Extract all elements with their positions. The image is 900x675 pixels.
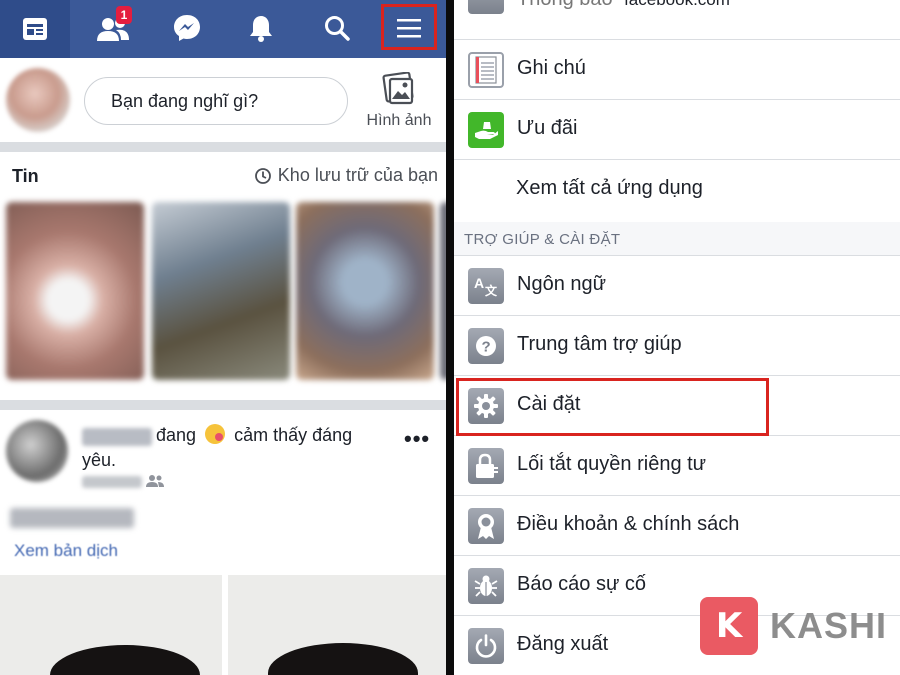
menu-item-label: Xem tất cả ứng dụng: [516, 177, 703, 199]
menu-item-label: Báo cáo sự cố: [517, 573, 647, 595]
story-card[interactable]: [296, 202, 434, 380]
top-nav-bar: 1: [0, 0, 446, 58]
messenger-icon: [174, 15, 200, 41]
menu-item-privacy-shortcuts[interactable]: Lối tắt quyền riêng tư: [454, 436, 900, 496]
power-icon: [468, 628, 504, 664]
kashi-logo: K: [700, 597, 758, 655]
kashi-wordmark: KASHI: [770, 605, 888, 646]
terms-badge-icon: [468, 508, 504, 544]
photo-icon: [382, 72, 414, 105]
post-photo[interactable]: [0, 575, 222, 675]
post-author-name-blurred[interactable]: [82, 428, 152, 446]
svg-text:?: ?: [482, 339, 491, 356]
facebook-feed-panel: 1 Bạn đang nghĩ gì? Hình ảnh Tin Kho lưu…: [0, 0, 446, 675]
audience-friends-icon: [146, 475, 164, 487]
offers-icon: [468, 112, 504, 148]
help-icon: ?: [468, 328, 504, 364]
menu-item-help-center[interactable]: ? Trung tâm trợ giúp: [454, 316, 900, 376]
post-timestamp-blurred: [82, 476, 142, 488]
svg-text:文: 文: [485, 283, 498, 298]
friend-requests-badge: 1: [116, 6, 132, 24]
story-card[interactable]: [152, 202, 290, 380]
menu-item-label: Điều khoản & chính sách: [517, 513, 740, 535]
menu-item-terms-policies[interactable]: Điều khoản & chính sách: [454, 496, 900, 556]
feeling-emoji-icon: [205, 424, 226, 444]
menu-item-label: Ưu đãi: [517, 117, 578, 139]
story-card[interactable]: [6, 202, 144, 380]
post-photos: [0, 575, 446, 675]
post-body-blurred: [10, 508, 134, 528]
status-input[interactable]: Bạn đang nghĩ gì?: [84, 77, 348, 125]
privacy-lock-icon: [468, 448, 504, 484]
feed-icon: [23, 18, 47, 40]
post-text-part1: đang: [156, 425, 197, 445]
menu-item-label: Ngôn ngữ: [517, 273, 607, 295]
bell-icon: [250, 16, 272, 42]
menu-item-notes[interactable]: Ghi chú: [454, 40, 900, 100]
post-photo[interactable]: [228, 575, 446, 675]
svg-text:A: A: [474, 275, 484, 291]
post-text-line2: yêu.: [82, 450, 117, 470]
nav-notifications-button[interactable]: [236, 6, 286, 50]
post-composer: Bạn đang nghĩ gì? Hình ảnh: [0, 58, 446, 142]
search-icon: [325, 16, 350, 41]
url-bar[interactable]: facebook.com: [454, 0, 900, 14]
stories-title: Tin: [12, 166, 39, 186]
screenshot-composite: 1 Bạn đang nghĩ gì? Hình ảnh Tin Kho lưu…: [0, 0, 900, 675]
kashi-watermark: K KASHI: [700, 597, 887, 655]
menu-button-highlight: [381, 4, 437, 50]
menu-item-offers[interactable]: Ưu đãi: [454, 100, 900, 160]
language-icon: A 文: [468, 268, 504, 304]
nav-friends-button[interactable]: 1: [88, 6, 138, 50]
stories-section: Tin Kho lưu trữ của bạn: [0, 152, 446, 400]
stories-archive-label: Kho lưu trữ của bạn: [277, 165, 438, 185]
add-photo-button[interactable]: Hình ảnh: [362, 72, 436, 136]
post-options-button[interactable]: •••: [404, 426, 430, 452]
notes-icon: [468, 52, 504, 88]
user-avatar[interactable]: [6, 68, 70, 132]
menu-item-label: Ghi chú: [517, 57, 586, 79]
section-title: TRỢ GIÚP & CÀI ĐẶT: [464, 231, 621, 248]
help-settings-section-header: TRỢ GIÚP & CÀI ĐẶT: [454, 222, 900, 256]
nav-messenger-button[interactable]: [162, 6, 212, 50]
post-text-part2: cảm thấy đáng: [234, 425, 353, 445]
post-author-avatar[interactable]: [6, 420, 68, 482]
feed-post: đang cảm thấy đáng yêu. ••• Xem bản dịch: [0, 410, 446, 575]
stories-archive-link[interactable]: Kho lưu trữ của bạn: [254, 165, 438, 186]
add-photo-label: Hình ảnh: [366, 112, 432, 129]
post-header-text: đang cảm thấy đáng: [156, 424, 352, 446]
panel-divider: [446, 0, 454, 675]
menu-item-label: Đăng xuất: [517, 633, 609, 655]
facebook-menu-panel: Thông báo facebook.com Ghi chú: [454, 0, 900, 675]
clock-icon: [254, 167, 271, 184]
section-separator: [0, 142, 446, 152]
settings-item-highlight: [456, 378, 769, 436]
see-translation-link[interactable]: Xem bản dịch: [14, 541, 118, 561]
bug-icon: [468, 568, 504, 604]
menu-item-language[interactable]: A 文 Ngôn ngữ: [454, 256, 900, 316]
menu-item-see-all-apps[interactable]: Xem tất cả ứng dụng: [454, 160, 900, 222]
nav-feed-button[interactable]: [0, 0, 70, 58]
menu-item-label: Trung tâm trợ giúp: [517, 333, 682, 355]
section-separator: [0, 400, 446, 410]
nav-search-button[interactable]: [312, 6, 362, 50]
menu-item-label: Lối tắt quyền riêng tư: [517, 453, 707, 475]
